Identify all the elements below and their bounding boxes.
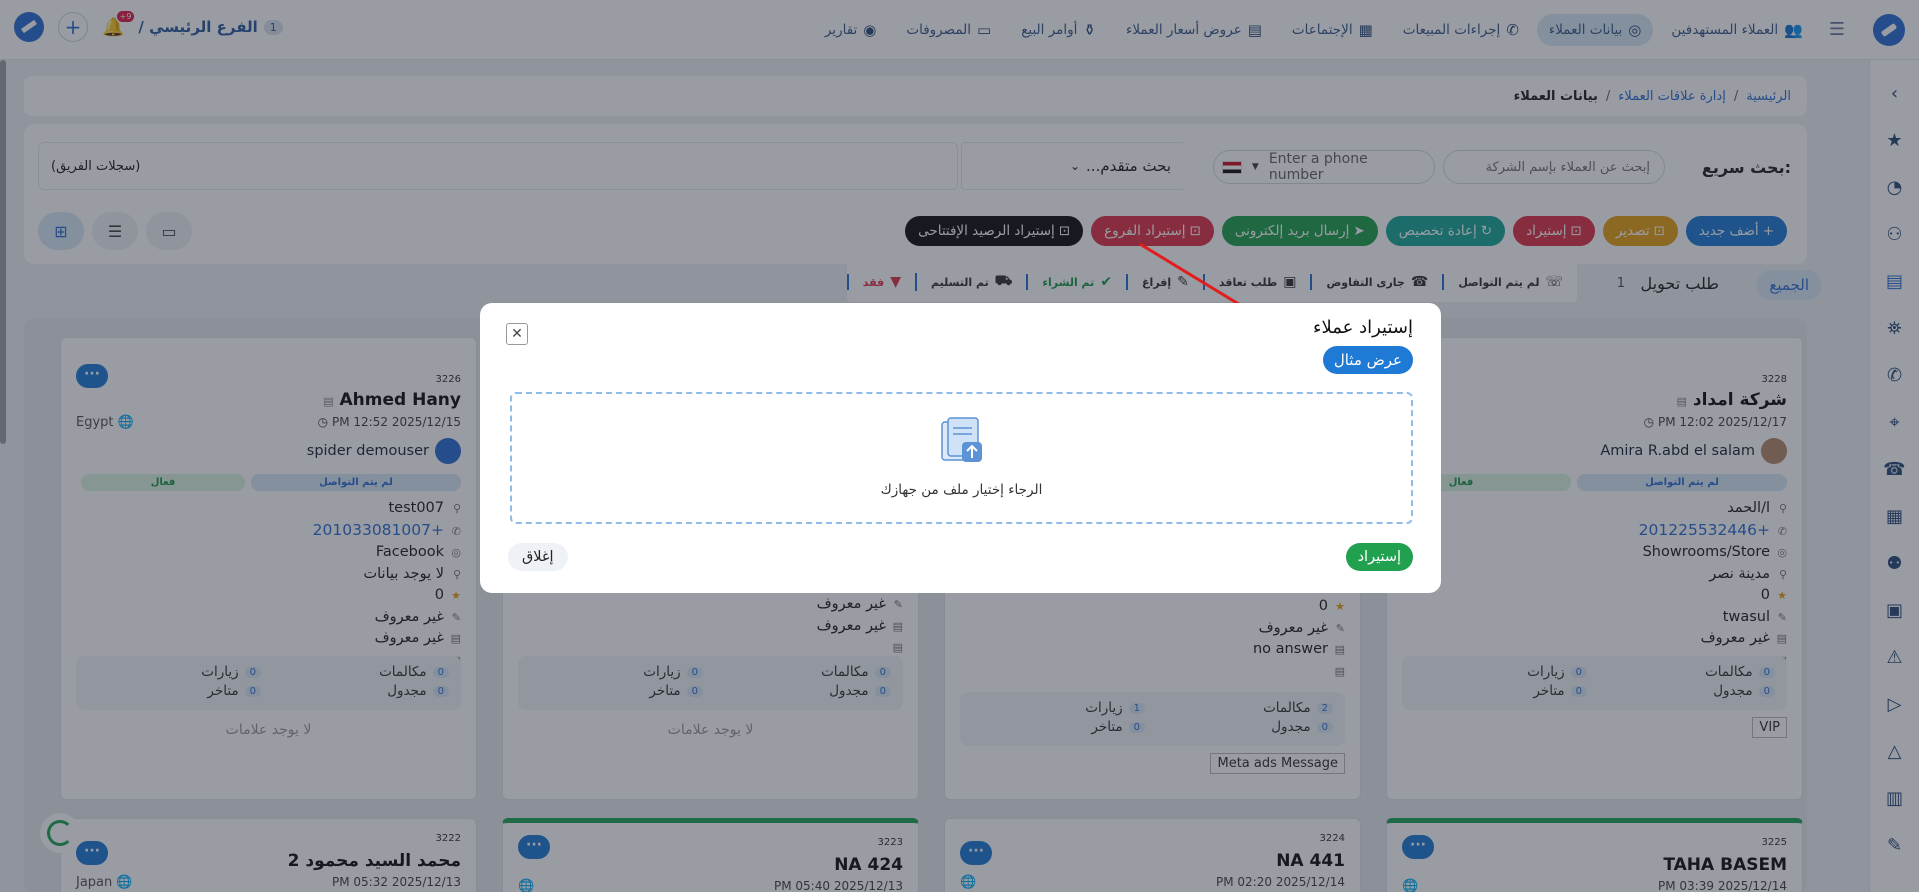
import-submit-button[interactable]: إستيراد [1345,543,1413,571]
close-icon[interactable]: ✕ [506,323,528,345]
import-customers-dialog: إستيراد عملاء عرض مثال ✕ الرجاء إختيار م… [480,303,1441,593]
close-button[interactable]: إغلاق [508,543,568,571]
view-example-button[interactable]: عرض مثال [1322,346,1413,374]
file-dropzone[interactable]: الرجاء إختيار ملف من جهازك [510,392,1413,524]
dialog-title: إستيراد عملاء [1313,317,1413,338]
file-upload-icon [940,417,982,462]
dropzone-text: الرجاء إختيار ملف من جهازك [880,482,1043,498]
